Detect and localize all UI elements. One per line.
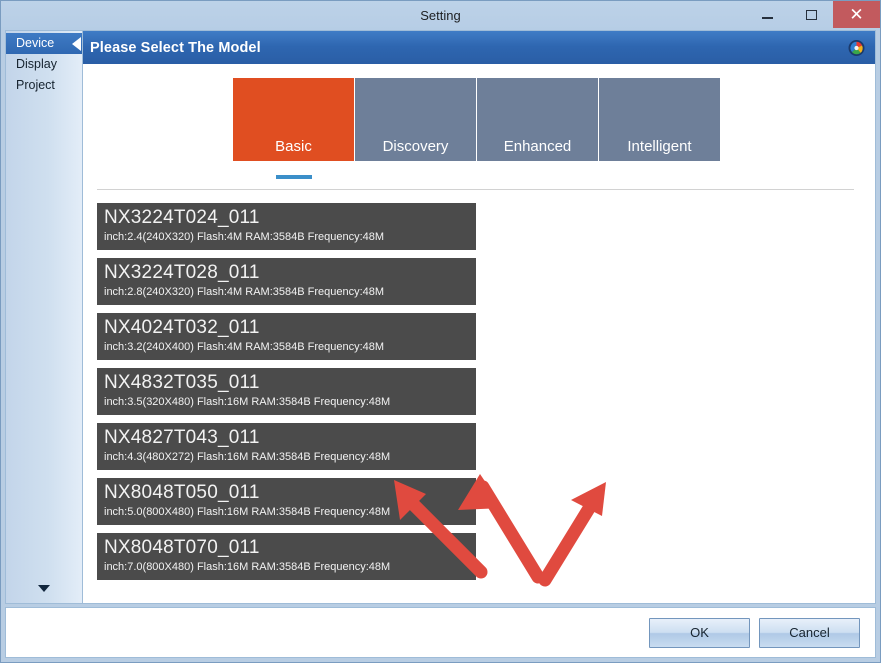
page-title: Please Select The Model — [90, 39, 261, 56]
sidebar-item-label: Project — [16, 78, 55, 92]
close-button[interactable]: ✕ — [833, 1, 880, 28]
window-controls: ✕ — [745, 1, 880, 28]
model-name: NX3224T024_011 — [104, 207, 260, 228]
minimize-icon — [761, 16, 773, 19]
brand-logo-icon — [847, 38, 866, 57]
model-spec: inch:5.0(800X480) Flash:16M RAM:3584B Fr… — [104, 506, 391, 518]
model-card[interactable]: NX4827T043_011 inch:4.3(480X272) Flash:1… — [97, 423, 476, 470]
tab-label: Intelligent — [627, 138, 692, 155]
model-spec: inch:3.5(320X480) Flash:16M RAM:3584B Fr… — [104, 396, 391, 408]
model-name: NX4024T032_011 — [104, 317, 260, 338]
tab-label: Enhanced — [503, 138, 572, 155]
model-card[interactable]: NX4832T035_011 inch:3.5(320X480) Flash:1… — [97, 368, 476, 415]
tab-enhanced[interactable]: Enhanced — [477, 78, 598, 161]
panel-body: Basic Discovery Enhanced Intelligent NX3… — [83, 64, 875, 603]
section-divider — [97, 189, 854, 190]
model-card[interactable]: NX3224T028_011 inch:2.8(240X320) Flash:4… — [97, 258, 476, 305]
model-spec: inch:3.2(240X400) Flash:4M RAM:3584B Fre… — [104, 341, 385, 353]
ok-button[interactable]: OK — [649, 617, 750, 648]
close-icon: ✕ — [849, 4, 864, 24]
model-name: NX4827T043_011 — [104, 427, 260, 448]
model-card[interactable]: NX8048T050_011 inch:5.0(800X480) Flash:1… — [97, 478, 476, 525]
sidebar-item-display[interactable]: Display — [6, 54, 82, 75]
model-card[interactable]: NX8048T070_011 inch:7.0(800X480) Flash:1… — [97, 533, 476, 580]
tab-basic[interactable]: Basic — [233, 78, 354, 179]
sidebar-item-label: Device — [16, 36, 55, 50]
chevron-down-icon — [38, 584, 50, 592]
sidebar-item-label: Display — [16, 57, 57, 71]
tab-intelligent[interactable]: Intelligent — [599, 78, 720, 161]
tab-label: Discovery — [382, 138, 449, 155]
model-spec: inch:2.8(240X320) Flash:4M RAM:3584B Fre… — [104, 286, 385, 298]
model-spec: inch:4.3(480X272) Flash:16M RAM:3584B Fr… — [104, 451, 391, 463]
selection-caret-icon — [72, 36, 81, 51]
maximize-icon — [805, 9, 817, 20]
model-name: NX3224T028_011 — [104, 262, 260, 283]
model-name: NX8048T050_011 — [104, 482, 260, 503]
panel-header: Please Select The Model — [83, 31, 875, 64]
title-bar: Setting ✕ — [1, 1, 880, 30]
tab-discovery[interactable]: Discovery — [355, 78, 476, 161]
cancel-button[interactable]: Cancel — [759, 617, 860, 648]
minimize-button[interactable] — [745, 1, 789, 28]
model-list: NX3224T024_011 inch:2.4(240X320) Flash:4… — [97, 203, 854, 580]
model-name: NX4832T035_011 — [104, 372, 260, 393]
sidebar-scroll-down-button[interactable] — [6, 573, 82, 603]
model-spec: inch:2.4(240X320) Flash:4M RAM:3584B Fre… — [104, 231, 385, 243]
sidebar: Device Display Project — [5, 30, 82, 604]
model-spec: inch:7.0(800X480) Flash:16M RAM:3584B Fr… — [104, 561, 391, 573]
dialog-footer: OK Cancel — [5, 607, 876, 658]
model-category-tabs: Basic Discovery Enhanced Intelligent — [83, 64, 875, 179]
dialog-body: Device Display Project Please Select The… — [1, 30, 880, 604]
model-card[interactable]: NX4024T032_011 inch:3.2(240X400) Flash:4… — [97, 313, 476, 360]
tab-selected-indicator — [275, 175, 312, 179]
maximize-button[interactable] — [789, 1, 833, 28]
content-panel: Please Select The Model Basic Discovery … — [82, 30, 876, 604]
model-name: NX8048T070_011 — [104, 537, 260, 558]
model-card[interactable]: NX3224T024_011 inch:2.4(240X320) Flash:4… — [97, 203, 476, 250]
sidebar-item-device[interactable]: Device — [6, 33, 82, 54]
sidebar-item-project[interactable]: Project — [6, 75, 82, 96]
tab-label: Basic — [275, 138, 312, 155]
setting-dialog-window: Setting ✕ Device Display Project Please … — [0, 0, 881, 663]
